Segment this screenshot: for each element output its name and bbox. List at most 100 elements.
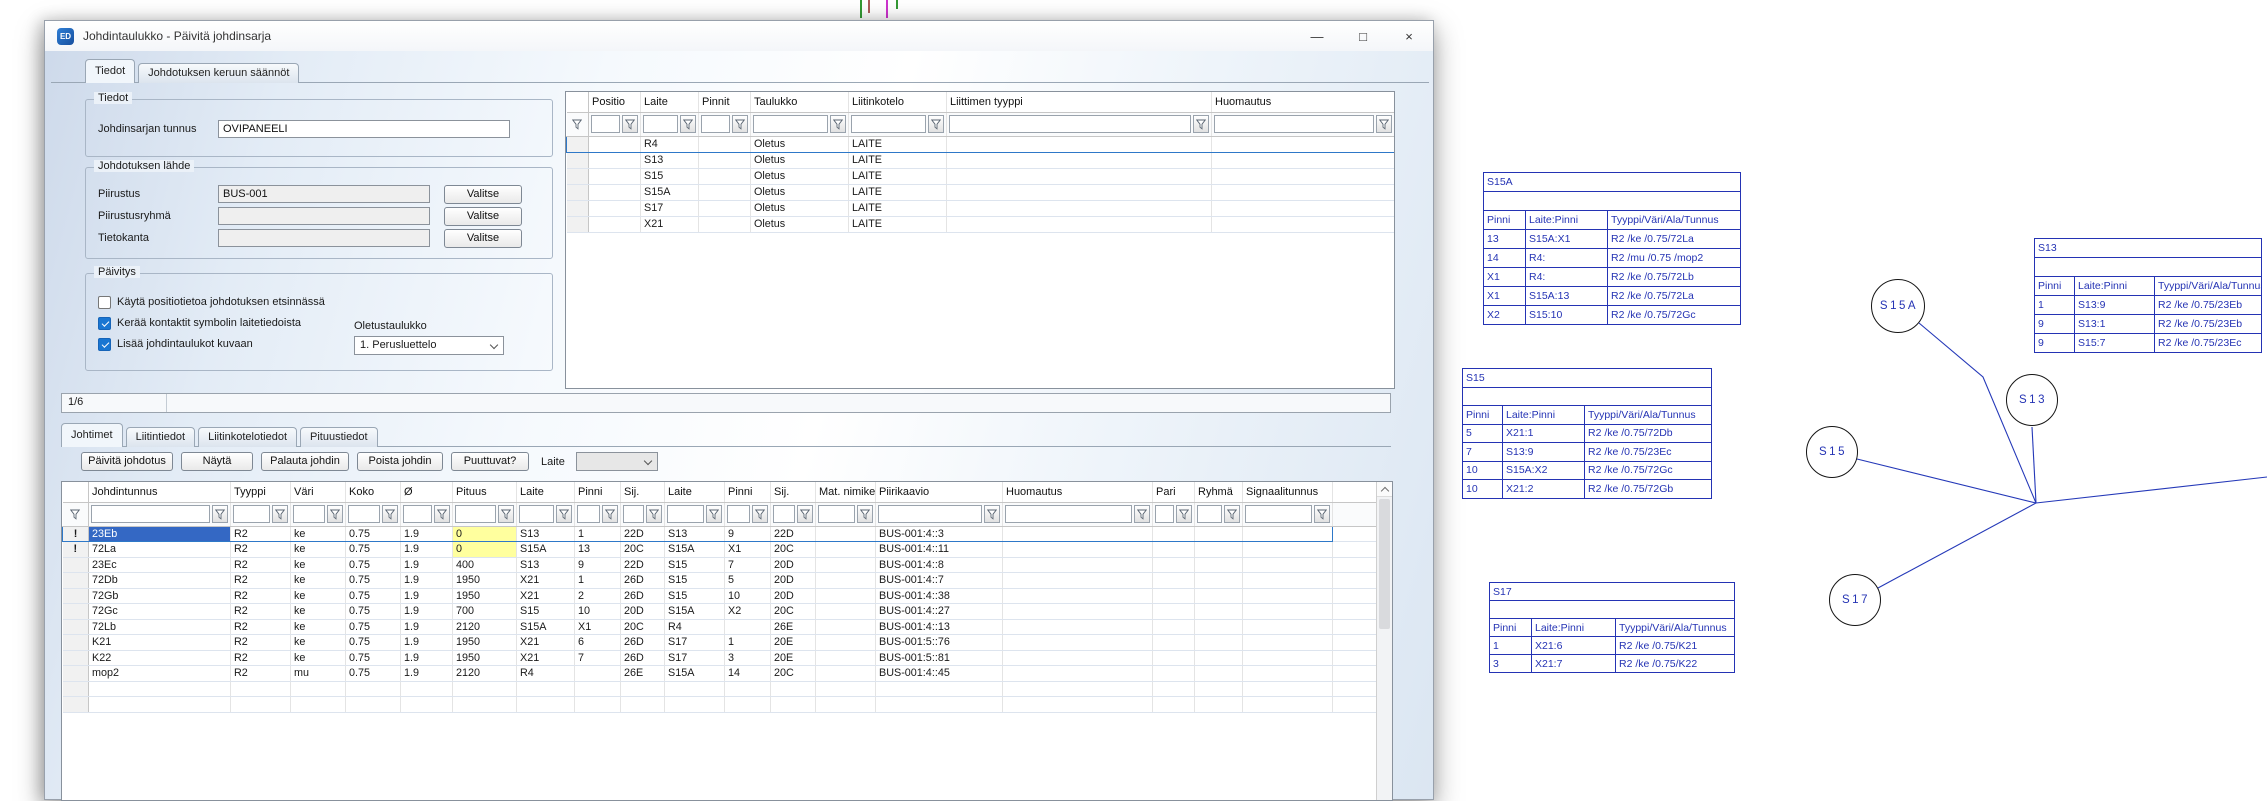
column-header-huomautus[interactable]: Huomautus xyxy=(1003,482,1153,502)
filter-input-signaalitunnus[interactable] xyxy=(1245,505,1312,523)
filter-input-liitinkotelo[interactable] xyxy=(851,115,926,133)
column-header-sij[interactable]: Sij. xyxy=(621,482,665,502)
table-row[interactable]: 72GbR2ke0.751.91950X21226DS151020DBUS-00… xyxy=(63,588,1377,604)
filter-funnel-button[interactable] xyxy=(569,115,587,133)
column-header-positio[interactable]: Positio xyxy=(589,92,641,112)
column-header-ryhm[interactable]: Ryhmä xyxy=(1195,482,1243,502)
table-row[interactable]: 72LbR2ke0.751.92120S15AX120CR426EBUS-001… xyxy=(63,619,1377,635)
column-header-koko[interactable]: Koko xyxy=(346,482,401,502)
column-header-liitinkotelo[interactable]: Liitinkotelo xyxy=(849,92,947,112)
column-header-piirikaavio[interactable]: Piirikaavio xyxy=(876,482,1003,502)
filter-input-pituus[interactable] xyxy=(455,505,496,523)
filter-funnel-button-pari[interactable] xyxy=(1176,505,1192,523)
column-header-laite[interactable]: Laite xyxy=(641,92,699,112)
filter-input-pinni[interactable] xyxy=(577,505,600,523)
filter-funnel-button-v-ri[interactable] xyxy=(327,505,343,523)
filter-input-huomautus[interactable] xyxy=(1005,505,1132,523)
filter-funnel-button-johdintunnus[interactable] xyxy=(212,505,228,523)
filter-funnel-button-positio[interactable] xyxy=(622,115,638,133)
cad-device-circle-s15[interactable]: S15 xyxy=(1806,426,1858,478)
scroll-up-icon[interactable] xyxy=(1377,482,1392,497)
column-header-liittimen-tyyppi[interactable]: Liittimen tyyppi xyxy=(947,92,1212,112)
source-field-piirustus[interactable] xyxy=(218,185,430,203)
column-header-pari[interactable]: Pari xyxy=(1153,482,1195,502)
valitse-button-piirustusryhm[interactable]: Valitse xyxy=(444,207,522,226)
column-header-signaalitunnus[interactable]: Signaalitunnus xyxy=(1243,482,1333,502)
table-row[interactable]: mop2R2mu0.751.92120R426ES15A1420CBUS-001… xyxy=(63,666,1377,682)
tab-liitintiedot[interactable]: Liitintiedot xyxy=(126,427,196,447)
valitse-button-tietokanta[interactable]: Valitse xyxy=(444,229,522,248)
column-header-pituus[interactable]: Pituus xyxy=(453,482,517,502)
column-header-huomautus[interactable]: Huomautus xyxy=(1212,92,1395,112)
tab-johdotuksen-keruun-s-nn-t[interactable]: Johdotuksen keruun säännöt xyxy=(138,63,299,83)
checkbox-ker-kontaktit-symbolin-laitetiedoista[interactable] xyxy=(98,317,111,330)
table-row[interactable] xyxy=(63,697,1377,713)
column-header-v-ri[interactable]: Väri xyxy=(291,482,346,502)
cad-device-circle-s13[interactable]: S13 xyxy=(2006,374,2058,426)
cad-device-circle-s17[interactable]: S17 xyxy=(1829,574,1881,626)
tab-johtimet[interactable]: Johtimet xyxy=(61,423,123,447)
filter-input-ryhm[interactable] xyxy=(1197,505,1222,523)
close-button[interactable]: × xyxy=(1386,21,1432,51)
table-row[interactable]: 72DbR2ke0.751.91950X21126DS15520DBUS-001… xyxy=(63,573,1377,589)
table-row[interactable]: X21OletusLAITE xyxy=(567,216,1395,232)
column-header-tyyppi[interactable]: Tyyppi xyxy=(231,482,291,502)
filter-input-pinnit[interactable] xyxy=(701,115,730,133)
palauta-johdin-button[interactable]: Palauta johdin xyxy=(261,452,349,471)
source-field-tietokanta[interactable] xyxy=(218,229,430,247)
filter-funnel-button-koko[interactable] xyxy=(382,505,398,523)
filter-input-sij[interactable] xyxy=(773,505,795,523)
filter-input-laite[interactable] xyxy=(519,505,554,523)
column-header-taulukko[interactable]: Taulukko xyxy=(751,92,849,112)
filter-funnel-button-pituus[interactable] xyxy=(498,505,514,523)
table-row[interactable]: S15OletusLAITE xyxy=(567,168,1395,184)
table-row[interactable]: R4OletusLAITE xyxy=(567,136,1395,152)
cad-device-circle-s15a[interactable]: S15A xyxy=(1871,279,1925,333)
filter-input-x[interactable] xyxy=(403,505,432,523)
n-yt-button[interactable]: Näytä xyxy=(181,452,253,471)
table-row[interactable]: 72GcR2ke0.751.9700S151020DS15AX220CBUS-0… xyxy=(63,604,1377,620)
column-header-pinnit[interactable]: Pinnit xyxy=(699,92,751,112)
minimize-button[interactable]: — xyxy=(1294,21,1340,51)
filter-funnel-button-liittimen-tyyppi[interactable] xyxy=(1193,115,1209,133)
filter-input-liittimen-tyyppi[interactable] xyxy=(949,115,1191,133)
filter-funnel-button-x[interactable] xyxy=(434,505,450,523)
filter-input-tyyppi[interactable] xyxy=(233,505,270,523)
filter-funnel-button-laite[interactable] xyxy=(706,505,722,523)
puuttuvat-button[interactable]: Puuttuvat? xyxy=(451,452,529,471)
filter-input-taulukko[interactable] xyxy=(753,115,828,133)
filter-input-koko[interactable] xyxy=(348,505,380,523)
table-row[interactable] xyxy=(63,681,1377,697)
filter-input-piirikaavio[interactable] xyxy=(878,505,982,523)
maximize-button[interactable]: □ xyxy=(1340,21,1386,51)
column-header-pinni[interactable]: Pinni xyxy=(575,482,621,502)
filter-input-v-ri[interactable] xyxy=(293,505,325,523)
johdinsarjan-tunnus-input[interactable] xyxy=(218,120,510,138)
table-row[interactable]: 23EcR2ke0.751.9400S13922DS15720DBUS-001:… xyxy=(63,557,1377,573)
filter-funnel-button-huomautus[interactable] xyxy=(1376,115,1392,133)
filter-funnel-button-pinni[interactable] xyxy=(752,505,768,523)
filter-funnel-button-sij[interactable] xyxy=(646,505,662,523)
table-row[interactable]: K22R2ke0.751.91950X21726DS17320EBUS-001:… xyxy=(63,650,1377,666)
filter-funnel-button-huomautus[interactable] xyxy=(1134,505,1150,523)
column-header-sij[interactable]: Sij. xyxy=(771,482,816,502)
checkbox-lis-johdintaulukot-kuvaan[interactable] xyxy=(98,338,111,351)
filter-funnel-button-sij[interactable] xyxy=(797,505,813,523)
laite-combobox[interactable] xyxy=(576,452,658,471)
valitse-button-piirustus[interactable]: Valitse xyxy=(444,185,522,204)
filter-funnel-button-taulukko[interactable] xyxy=(830,115,846,133)
column-header-mat-nimike[interactable]: Mat. nimike xyxy=(816,482,876,502)
filter-input-sij[interactable] xyxy=(623,505,644,523)
filter-input-johdintunnus[interactable] xyxy=(91,505,210,523)
filter-funnel-button-laite[interactable] xyxy=(556,505,572,523)
filter-input-laite[interactable] xyxy=(667,505,704,523)
filter-input-mat-nimike[interactable] xyxy=(818,505,855,523)
table-row[interactable]: !72LaR2ke0.751.90S15A1320CS15AX120CBUS-0… xyxy=(63,542,1377,558)
column-header-pinni[interactable]: Pinni xyxy=(725,482,771,502)
scrollbar-thumb[interactable] xyxy=(1379,499,1390,629)
filter-funnel-button-piirikaavio[interactable] xyxy=(984,505,1000,523)
table-row[interactable]: !23EbR2ke0.751.90S13122DS13922DBUS-001:4… xyxy=(63,526,1377,542)
poista-johdin-button[interactable]: Poista johdin xyxy=(357,452,443,471)
filter-funnel-button-mat-nimike[interactable] xyxy=(857,505,873,523)
filter-input-positio[interactable] xyxy=(591,115,620,133)
